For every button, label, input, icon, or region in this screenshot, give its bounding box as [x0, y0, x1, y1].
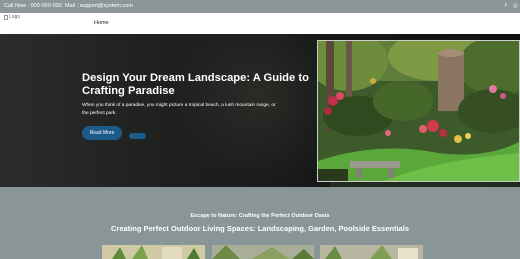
mail-text[interactable]: Mail : support@system.com — [65, 3, 133, 9]
feature-card-image[interactable] — [320, 245, 423, 259]
hero-title: Design Your Dream Landscape: A Guide to … — [82, 72, 309, 97]
garden-illustration — [318, 41, 519, 181]
card-image-poolside — [320, 245, 423, 259]
main-navbar: Logo Home — [0, 13, 520, 34]
hero-description: When you think of a paradise, you might … — [82, 103, 276, 116]
broken-image-icon — [4, 14, 8, 20]
section-heading: Creating Perfect Outdoor Living Spaces: … — [111, 224, 409, 233]
logo[interactable]: Logo — [4, 14, 20, 20]
read-more-button[interactable]: Read More — [82, 126, 122, 140]
section-eyebrow: Escape to Nature: Crafting the Perfect O… — [190, 213, 330, 219]
features-section: Escape to Nature: Crafting the Perfect O… — [0, 187, 520, 259]
nav-item-home[interactable]: Home — [94, 20, 109, 26]
secondary-button[interactable] — [129, 133, 146, 139]
card-image-garden — [212, 245, 314, 259]
logo-alt-text: Logo — [9, 14, 21, 20]
facebook-icon[interactable]: f — [505, 3, 507, 9]
call-now-text: Call Now : 000-000-000 — [4, 3, 62, 9]
instagram-icon[interactable]: ◎ — [513, 3, 518, 9]
garden-photo — [317, 40, 520, 182]
feature-card-image[interactable] — [212, 245, 314, 259]
top-contact-bar: Call Now : 000-000-000 Mail : support@sy… — [0, 0, 520, 13]
feature-card-image[interactable] — [102, 245, 205, 259]
card-image-plants — [102, 245, 205, 259]
hero-section: Design Your Dream Landscape: A Guide to … — [0, 34, 520, 187]
